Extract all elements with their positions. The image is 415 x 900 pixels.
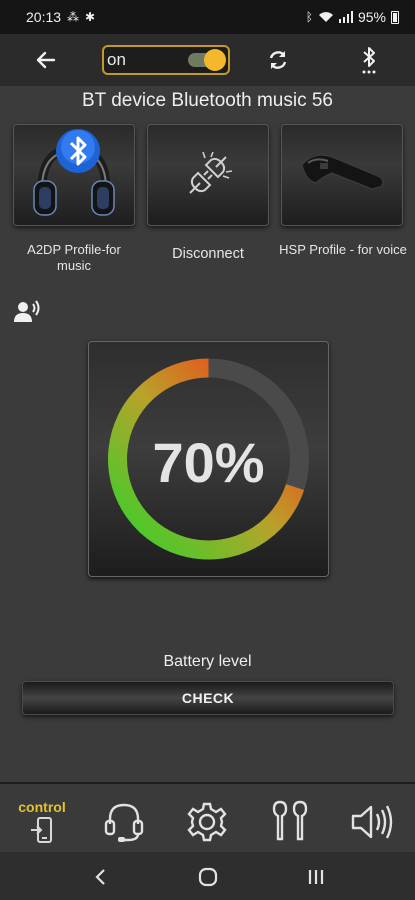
headset-icon: [104, 803, 144, 842]
control-device-icon: [31, 817, 52, 843]
tab-settings[interactable]: [183, 798, 231, 846]
switch-thumb: [204, 49, 226, 71]
tab-speaker[interactable]: [348, 798, 396, 846]
bluetooth-headset-icon: [301, 154, 384, 190]
system-nav-bar: [0, 852, 415, 900]
battery-percent-display: 70%: [152, 431, 265, 494]
headphones-bluetooth-icon: [33, 129, 115, 216]
power-switch[interactable]: on: [102, 45, 230, 75]
back-button[interactable]: [28, 42, 64, 78]
wifi-icon: [318, 12, 333, 22]
tab-headset[interactable]: [100, 798, 148, 846]
nfc-icon: ⁂: [67, 10, 80, 24]
bluetooth-icon: ᛒ: [305, 10, 313, 24]
sync-icon: [269, 51, 287, 69]
device-title: BT device Bluetooth music 56: [81, 90, 333, 111]
chevron-left-icon: [95, 869, 105, 885]
nav-recents-button[interactable]: [301, 864, 331, 890]
signal-icon: [338, 11, 353, 23]
tab-earbuds[interactable]: [266, 798, 314, 846]
battery-level-label: Battery level: [163, 653, 252, 670]
gear-icon: [187, 802, 227, 842]
nav-home-button[interactable]: [193, 864, 223, 890]
voice-announce-icon[interactable]: [14, 300, 42, 324]
a2dp-profile-label: A2DP Profile-for music: [27, 242, 121, 273]
speaker-icon: [351, 805, 393, 839]
tab-control[interactable]: [18, 806, 66, 854]
bottom-tab-bar: control: [0, 782, 415, 852]
battery-gauge: 70%: [88, 341, 329, 577]
disconnect-button[interactable]: [147, 124, 269, 226]
unplug-icon: [189, 151, 233, 194]
disconnect-label: Disconnect: [172, 246, 244, 262]
switch-track: [188, 49, 226, 71]
bluetooth-search-button[interactable]: [351, 42, 387, 78]
status-time: 20:13: [26, 9, 62, 25]
status-bar: 20:13 ⁂ ✱ ᛒ 95%: [0, 0, 415, 34]
battery-icon: [391, 10, 399, 24]
toolbar: on: [0, 34, 415, 86]
refresh-button[interactable]: [260, 42, 296, 78]
check-battery-button[interactable]: CHECK: [22, 681, 394, 715]
nav-back-button[interactable]: [86, 864, 116, 890]
arrow-left-icon: [36, 51, 56, 69]
star-icon: ✱: [85, 10, 96, 24]
switch-label: on: [107, 50, 126, 69]
battery-percent: 95%: [357, 9, 386, 25]
a2dp-profile-button[interactable]: [13, 124, 135, 226]
earbuds-icon: [272, 800, 308, 841]
recents-icon: [308, 870, 324, 884]
bluetooth-search-icon: [362, 47, 376, 74]
home-circle-icon: [198, 867, 218, 887]
hsp-profile-button[interactable]: [281, 124, 403, 226]
hsp-profile-label: HSP Profile - for voice: [279, 242, 407, 257]
